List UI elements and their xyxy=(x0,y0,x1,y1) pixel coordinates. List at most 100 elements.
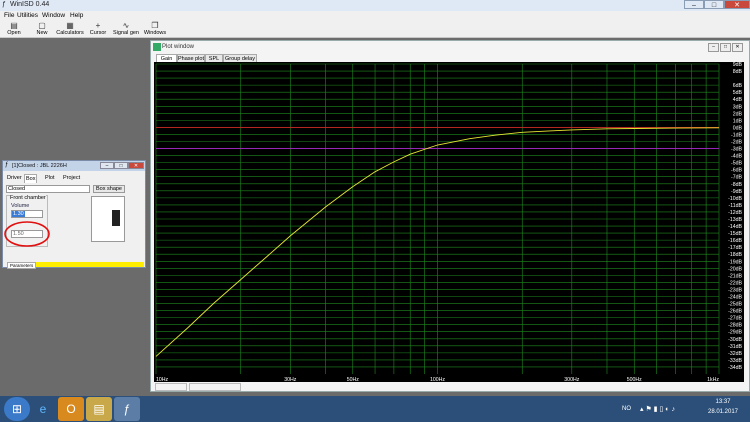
driver-close-button[interactable]: ✕ xyxy=(128,162,144,169)
minimize-button[interactable]: – xyxy=(684,0,704,9)
driver-window[interactable]: ƒ [1]Closed : JBL 2226H – □ ✕ Driver Box… xyxy=(2,160,146,269)
new-button[interactable]: ▢ New xyxy=(32,21,52,36)
box-shape-button[interactable]: Box shape xyxy=(93,185,125,193)
y-tick-label: -14dB xyxy=(728,224,742,230)
plot-minimize-button[interactable]: – xyxy=(708,43,719,52)
plot-maximize-button[interactable]: □ xyxy=(720,43,731,52)
y-tick-label: -26dB xyxy=(728,309,742,315)
menu-help[interactable]: Help xyxy=(70,12,83,19)
y-tick-label: -5dB xyxy=(731,161,742,167)
windows-label: Windows xyxy=(143,30,167,36)
x-tick-label: 10Hz xyxy=(156,377,169,382)
y-tick-label: -3dB xyxy=(731,147,742,153)
y-tick-label: -2dB xyxy=(731,140,742,146)
cursor-label: Cursor xyxy=(89,30,107,36)
tab-project[interactable]: Project xyxy=(62,174,81,182)
y-tick-label: 3dB xyxy=(733,104,743,110)
winisd-icon: ƒ xyxy=(2,1,6,8)
cursor-icon: + xyxy=(95,21,101,30)
signal-gen-button[interactable]: ∿ Signal gen xyxy=(112,21,140,36)
calculators-button[interactable]: ▦ Calculators xyxy=(56,21,84,36)
tab-box[interactable]: Box xyxy=(24,174,38,183)
y-tick-label: -29dB xyxy=(728,330,742,336)
y-tick-label: -27dB xyxy=(728,316,742,322)
winisd-taskbar-icon[interactable]: ƒ xyxy=(114,397,140,421)
plot-window-icon xyxy=(153,43,161,51)
outlook-icon[interactable]: O xyxy=(58,397,84,421)
plot-background xyxy=(154,62,744,382)
clock-date[interactable]: 28.01.2017 xyxy=(700,409,746,415)
y-tick-label: -32dB xyxy=(728,351,742,357)
y-tick-label: -24dB xyxy=(728,295,742,301)
menu-utilities[interactable]: Utilities xyxy=(17,12,38,19)
highlight-circle xyxy=(4,221,50,247)
tab-driver[interactable]: Driver xyxy=(6,174,23,182)
tray-icons[interactable]: ▴ ⚑ ▮ ▯ ◐ ♪ xyxy=(640,405,675,413)
menu-window[interactable]: Window xyxy=(42,12,65,19)
speaker-icon xyxy=(112,210,120,226)
new-label: New xyxy=(36,30,48,36)
menu-file[interactable]: File xyxy=(4,12,14,19)
y-tick-label: -12dB xyxy=(728,210,742,216)
volume-label: Volume xyxy=(11,203,30,209)
y-tick-label: -11dB xyxy=(729,203,743,209)
y-tick-label: 9dB xyxy=(733,62,743,68)
open-button[interactable]: ▤ Open xyxy=(4,21,24,36)
gain-plot[interactable]: 9dB8dB6dB5dB4dB3dB2dB1dB0dB-1dB-2dB-3dB-… xyxy=(154,62,744,382)
y-tick-label: 1dB xyxy=(733,118,743,124)
winisd-small-icon: ƒ xyxy=(5,162,9,168)
y-tick-label: -34dB xyxy=(728,365,742,371)
calculator-icon: ▦ xyxy=(66,21,74,30)
windows-start-icon[interactable]: ⊞ xyxy=(4,397,30,421)
y-tick-label: -10dB xyxy=(728,196,742,202)
y-tick-label: -18dB xyxy=(728,252,742,258)
y-tick-label: 5dB xyxy=(733,90,743,96)
driver-window-title-bar: ƒ [1]Closed : JBL 2226H – □ ✕ xyxy=(3,161,145,171)
volume-input[interactable]: 1.30 xyxy=(11,210,43,218)
x-tick-label: 50Hz xyxy=(347,377,360,382)
open-label: Open xyxy=(7,30,21,36)
windows-icon: ❐ xyxy=(151,21,159,30)
status-cell-1 xyxy=(155,383,187,391)
ie-icon[interactable]: e xyxy=(30,397,56,421)
plot-window-title: Plot window xyxy=(162,44,195,50)
maximize-button[interactable]: □ xyxy=(704,0,724,9)
y-tick-label: 8dB xyxy=(733,69,743,75)
x-tick-label: 300Hz xyxy=(564,377,579,382)
x-tick-label: 30Hz xyxy=(284,377,297,382)
y-tick-label: -1dB xyxy=(731,132,742,138)
cursor-button[interactable]: + Cursor xyxy=(88,21,108,36)
driver-minimize-button[interactable]: – xyxy=(100,162,114,169)
app-title: WinISD 0.44 xyxy=(10,1,50,8)
language-indicator[interactable]: NO xyxy=(622,406,631,412)
y-tick-label: -15dB xyxy=(728,231,742,237)
y-tick-label: 6dB xyxy=(733,83,743,89)
y-tick-label: 0dB xyxy=(733,125,743,131)
box-type-select[interactable]: Closed xyxy=(6,185,90,193)
box-shape-preview xyxy=(91,196,125,242)
y-tick-label: -4dB xyxy=(731,154,742,160)
y-tick-label: -33dB xyxy=(728,358,742,364)
folder-icon: ▤ xyxy=(10,21,18,30)
parameters-tab[interactable]: Parameters xyxy=(7,262,37,269)
volume-value: 1.30 xyxy=(12,211,25,217)
close-button[interactable]: ✕ xyxy=(724,0,750,9)
tab-plot[interactable]: Plot xyxy=(44,174,55,182)
windows-button[interactable]: ❐ Windows xyxy=(142,21,168,36)
clock-time[interactable]: 13:37 xyxy=(700,399,746,405)
explorer-icon[interactable]: ▤ xyxy=(86,397,112,421)
y-tick-label: -20dB xyxy=(728,266,742,272)
y-tick-label: -7dB xyxy=(731,175,742,181)
y-tick-label: -16dB xyxy=(728,238,742,244)
y-tick-label: -22dB xyxy=(728,280,742,286)
x-tick-label: 100Hz xyxy=(430,377,445,382)
driver-maximize-button[interactable]: □ xyxy=(114,162,128,169)
driver-window-title: [1]Closed : JBL 2226H xyxy=(12,163,67,169)
plot-close-button[interactable]: ✕ xyxy=(732,43,743,52)
signal-gen-icon: ∿ xyxy=(122,21,130,30)
y-tick-label: 4dB xyxy=(733,97,743,103)
y-tick-label: -31dB xyxy=(728,344,742,350)
y-tick-label: -21dB xyxy=(728,273,742,279)
x-tick-label: 500Hz xyxy=(627,377,642,382)
y-tick-label: -8dB xyxy=(731,182,742,188)
